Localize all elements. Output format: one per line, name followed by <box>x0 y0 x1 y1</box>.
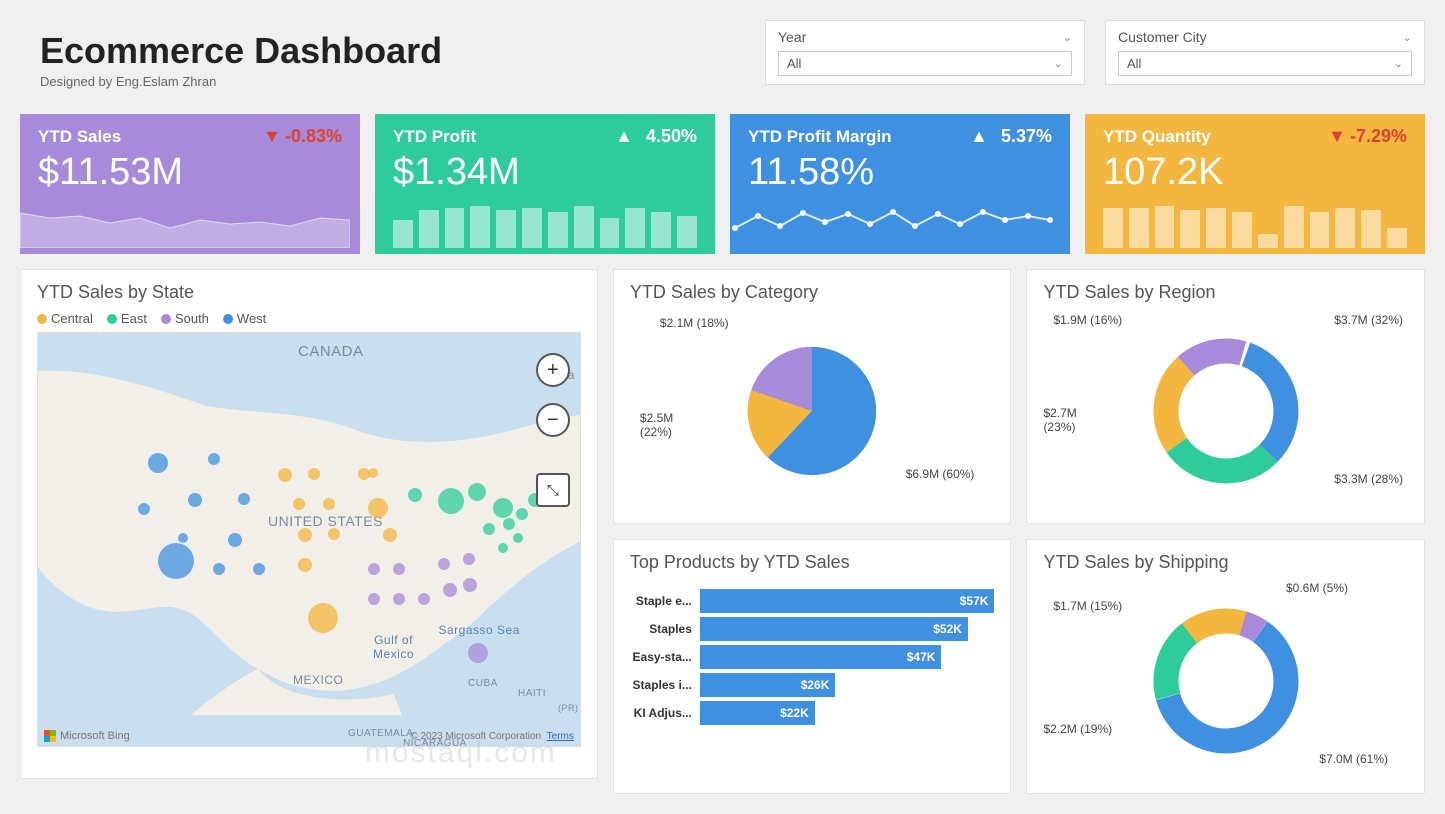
bar-row: Staples i...$26K <box>630 673 995 697</box>
bar-row: KI Adjus...$22K <box>630 701 995 725</box>
map-label-cuba: CUBA <box>468 678 498 689</box>
region-donut[interactable]: $1.9M (16%) $3.7M (32%) $2.7M (23%) $3.3… <box>1043 311 1408 511</box>
map-label-canada: CANADA <box>298 343 364 360</box>
terms-link[interactable]: Terms <box>547 731 574 742</box>
top-products-bars[interactable]: Staple e...$57K Staples$52K Easy-sta...$… <box>630 581 995 733</box>
filter-city-label: Customer City <box>1118 29 1207 45</box>
page-subtitle: Designed by Eng.Eslam Zhran <box>40 74 725 89</box>
shipping-title: YTD Sales by Shipping <box>1043 552 1408 573</box>
ship-label-a: $0.6M (5%) <box>1286 581 1348 595</box>
kpi-sales-title: YTD Sales <box>38 127 121 147</box>
filter-year-select[interactable]: All ⌄ <box>778 51 1072 76</box>
microsoft-icon <box>44 730 56 742</box>
legend-south[interactable]: South <box>175 311 209 326</box>
map-attribution: © 2023 Microsoft Corporation Terms <box>410 731 574 742</box>
bar-row: Staple e...$57K <box>630 589 995 613</box>
legend-east[interactable]: East <box>121 311 147 326</box>
region-card: YTD Sales by Region $1.9M (16%) $3.7M (3… <box>1026 269 1425 524</box>
reg-label-c: $2.7M (23%) <box>1043 406 1093 434</box>
shipping-card: YTD Sales by Shipping $0.6M (5%) $1.7M (… <box>1026 539 1425 794</box>
map-select-button[interactable]: ⤡ <box>536 473 570 507</box>
filter-year-card: Year ⌄ All ⌄ <box>765 20 1085 85</box>
ship-label-c: $2.2M (19%) <box>1043 722 1112 736</box>
map-label-haiti: HAITI <box>518 688 546 699</box>
content-row: YTD Sales by State Central East South We… <box>20 269 1425 794</box>
map-label-us: UNITED STATES <box>268 513 383 529</box>
legend-west[interactable]: West <box>237 311 266 326</box>
chevron-down-icon[interactable]: ⌄ <box>1403 31 1412 44</box>
kpi-row: YTD Sales ▼-0.83% $11.53M YTD Profit ▲ 4… <box>20 114 1425 254</box>
shipping-donut[interactable]: $0.6M (5%) $1.7M (15%) $2.2M (19%) $7.0M… <box>1043 581 1408 781</box>
kpi-qty-value: 107.2K <box>1103 151 1407 194</box>
bar-row: Easy-sta...$47K <box>630 645 995 669</box>
top-products-title: Top Products by YTD Sales <box>630 552 995 573</box>
region-title: YTD Sales by Region <box>1043 282 1408 303</box>
kpi-profit-delta: 4.50% <box>646 126 697 147</box>
kpi-profit-title: YTD Profit <box>393 127 476 147</box>
bar-row: Staples$52K <box>630 617 995 641</box>
kpi-ytd-sales[interactable]: YTD Sales ▼-0.83% $11.53M <box>20 114 360 254</box>
chevron-down-icon: ⌄ <box>1054 57 1063 70</box>
profit-sparkbars <box>393 200 697 248</box>
kpi-margin-delta: 5.37% <box>1001 126 1052 147</box>
chevron-down-icon: ⌄ <box>1394 57 1403 70</box>
map-legend: Central East South West <box>37 311 581 326</box>
category-pie[interactable]: $2.1M (18%) $2.5M (22%) $6.9M (60%) <box>630 311 995 511</box>
map-label-sargasso: Sargasso Sea <box>439 623 520 637</box>
triangle-up-icon: ▲ <box>970 126 988 147</box>
filter-city-card: Customer City ⌄ All ⌄ <box>1105 20 1425 85</box>
page-title: Ecommerce Dashboard <box>40 30 725 72</box>
cat-label-c: $6.9M (60%) <box>906 467 975 481</box>
category-title: YTD Sales by Category <box>630 282 995 303</box>
sales-sparkline <box>20 188 350 248</box>
map-label-pr: (PR) <box>558 703 579 713</box>
ship-label-b: $1.7M (15%) <box>1053 599 1122 613</box>
kpi-qty-title: YTD Quantity <box>1103 127 1211 147</box>
margin-sparkline <box>730 188 1060 248</box>
bing-attribution: Microsoft Bing <box>44 730 130 742</box>
dashboard-root: Ecommerce Dashboard Designed by Eng.Esla… <box>20 20 1425 794</box>
kpi-sales-delta: -0.83% <box>285 126 342 147</box>
legend-central[interactable]: Central <box>51 311 93 326</box>
cat-label-a: $2.1M (18%) <box>660 316 729 330</box>
reg-label-a: $1.9M (16%) <box>1053 313 1122 327</box>
reg-label-b: $3.7M (32%) <box>1334 313 1403 327</box>
ship-label-d: $7.0M (61%) <box>1319 752 1388 766</box>
zoom-out-button[interactable]: − <box>536 403 570 437</box>
kpi-margin-title: YTD Profit Margin <box>748 127 892 147</box>
chevron-down-icon[interactable]: ⌄ <box>1063 31 1072 44</box>
filter-year-value: All <box>787 56 801 71</box>
map-area[interactable]: CANADA Labra UNITED STATES MEXICO Gulf o… <box>37 332 581 747</box>
map-label-gulf: Gulf of Mexico <box>373 633 414 661</box>
filter-city-select[interactable]: All ⌄ <box>1118 51 1412 76</box>
kpi-profit-value: $1.34M <box>393 151 697 194</box>
header-row: Ecommerce Dashboard Designed by Eng.Esla… <box>20 20 1425 99</box>
category-card: YTD Sales by Category $2.1M (18%) $2.5M … <box>613 269 1012 524</box>
filter-year-label: Year <box>778 29 806 45</box>
map-card: YTD Sales by State Central East South We… <box>20 269 598 779</box>
filter-city-value: All <box>1127 56 1141 71</box>
title-block: Ecommerce Dashboard Designed by Eng.Esla… <box>20 20 745 99</box>
triangle-down-icon: ▼ <box>263 126 281 147</box>
kpi-ytd-profit[interactable]: YTD Profit ▲ 4.50% $1.34M <box>375 114 715 254</box>
kpi-ytd-profit-margin[interactable]: YTD Profit Margin ▲ 5.37% 11.58% <box>730 114 1070 254</box>
map-title: YTD Sales by State <box>37 282 581 303</box>
cat-label-b: $2.5M (22%) <box>640 411 690 439</box>
map-label-mexico: MEXICO <box>293 673 343 687</box>
triangle-up-icon: ▲ <box>615 126 633 147</box>
kpi-qty-delta: -7.29% <box>1350 126 1407 147</box>
top-products-card: Top Products by YTD Sales Staple e...$57… <box>613 539 1012 794</box>
qty-sparkbars <box>1103 200 1407 248</box>
kpi-ytd-quantity[interactable]: YTD Quantity ▼-7.29% 107.2K <box>1085 114 1425 254</box>
zoom-in-button[interactable]: + <box>536 353 570 387</box>
triangle-down-icon: ▼ <box>1328 126 1346 147</box>
reg-label-d: $3.3M (28%) <box>1334 472 1403 486</box>
